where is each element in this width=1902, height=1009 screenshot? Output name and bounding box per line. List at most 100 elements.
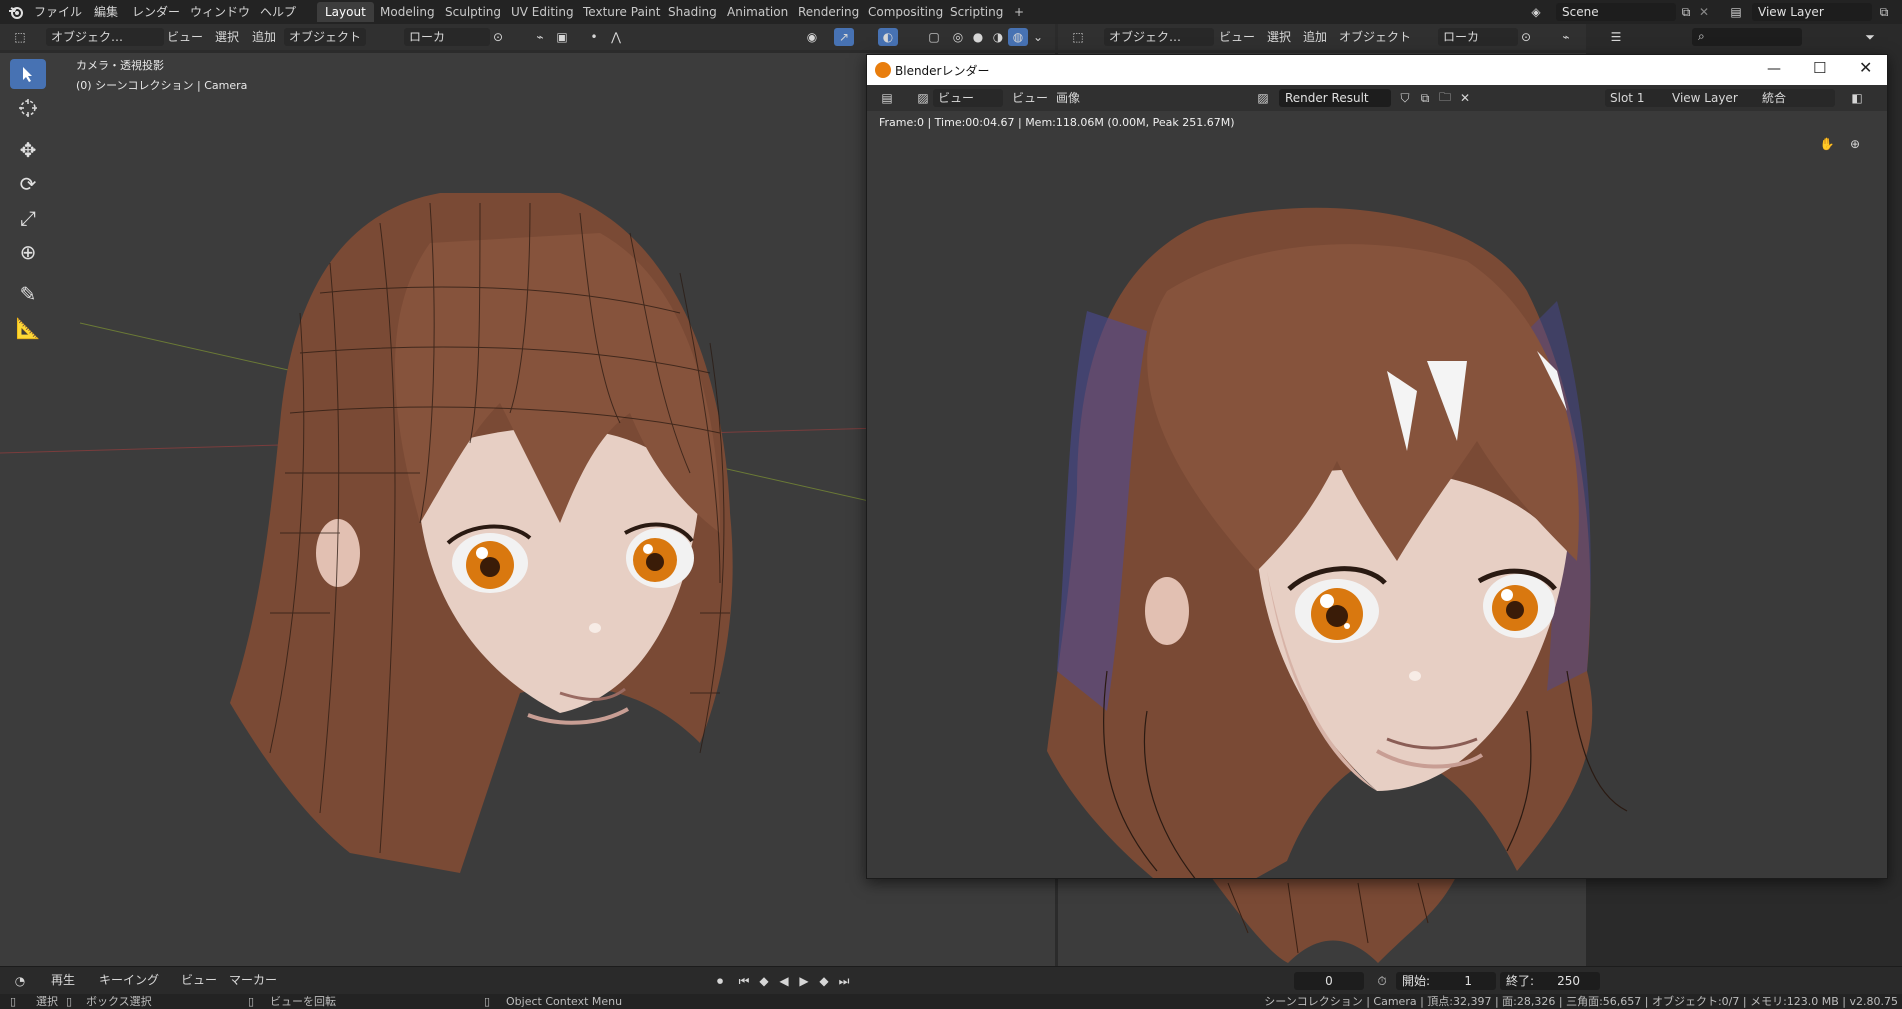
scene-name-field[interactable]: Scene [1556, 3, 1676, 21]
select-tool-icon[interactable] [10, 59, 46, 89]
record-icon[interactable]: ⏺ [710, 972, 730, 990]
tab-rendering[interactable]: Rendering [790, 2, 867, 22]
rendered-shading-icon[interactable]: ◍ [1008, 28, 1028, 46]
menu-object[interactable]: オブジェクト [284, 28, 367, 46]
menu-edit[interactable]: 編集 [88, 3, 124, 21]
menu-add[interactable]: 追加 [247, 28, 281, 46]
rotate-tool-icon[interactable]: ⟳ [10, 169, 46, 199]
minimize-icon[interactable]: — [1767, 61, 1781, 77]
overlay-icon[interactable]: ◐ [878, 28, 898, 46]
editor-type-icon[interactable]: ⬚ [1068, 28, 1088, 46]
menu-window[interactable]: ウィンドウ [184, 3, 256, 21]
jump-start-icon[interactable]: ⏮ [734, 972, 754, 990]
tab-animation[interactable]: Animation [719, 2, 796, 22]
solid-shading-icon[interactable]: ● [968, 28, 988, 46]
menu-image[interactable]: 画像 [1051, 89, 1085, 107]
slot-select[interactable]: Slot 1 [1605, 89, 1673, 107]
menu-view[interactable]: ビュー [1214, 28, 1260, 46]
view-mode-select[interactable]: ビュー [933, 89, 1003, 107]
menu-keying[interactable]: キーイング [94, 971, 164, 989]
image-browse-icon[interactable]: ▨ [1253, 89, 1273, 107]
tab-layout[interactable]: Layout [317, 2, 374, 22]
material-shading-icon[interactable]: ◑ [988, 28, 1008, 46]
snap-icon[interactable]: ⌁ [530, 28, 550, 46]
tab-modeling[interactable]: Modeling [372, 2, 443, 22]
orientation-select[interactable]: ローカ [1438, 28, 1518, 46]
snap-icon[interactable]: ⌁ [1556, 28, 1576, 46]
gizmo-icon[interactable]: ↗ [834, 28, 854, 46]
annotate-tool-icon[interactable]: ✎ [10, 279, 46, 309]
view-layer-icon[interactable]: ▤ [1726, 3, 1746, 21]
unlink-image-icon[interactable]: ✕ [1455, 89, 1475, 107]
fake-user-icon[interactable]: ⛉ [1395, 89, 1415, 107]
blender-logo-icon[interactable] [6, 3, 26, 21]
render-pass-select[interactable]: 統合 [1757, 89, 1835, 107]
render-canvas[interactable]: Frame:0 | Time:00:04.67 | Mem:118.06M (0… [867, 111, 1887, 878]
prev-keyframe-icon[interactable]: ◆ [754, 972, 774, 990]
cursor-tool-icon[interactable] [10, 93, 46, 123]
menu-render[interactable]: レンダー [126, 3, 186, 21]
new-scene-icon[interactable]: ⧉ [1676, 3, 1696, 21]
new-view-layer-icon[interactable]: ⧉ [1874, 3, 1894, 21]
mode-select[interactable]: オブジェク… [1104, 28, 1214, 46]
menu-playback[interactable]: 再生 [46, 971, 80, 989]
new-image-icon[interactable]: ⧉ [1415, 89, 1435, 107]
render-window[interactable]: Blenderレンダー — ☐ ✕ ▤ ▨ ビュー ビュー 画像 ▨ Rende… [866, 54, 1888, 879]
tab-compositing[interactable]: Compositing [860, 2, 951, 22]
tab-shading[interactable]: Shading [660, 2, 725, 22]
view-layer-select[interactable]: View Layer [1667, 89, 1763, 107]
falloff-icon[interactable]: ⋀ [606, 28, 626, 46]
next-keyframe-icon[interactable]: ◆ [814, 972, 834, 990]
mode-select[interactable]: オブジェク… [46, 28, 164, 46]
stopwatch-icon[interactable]: ⏱ [1372, 972, 1392, 990]
jump-end-icon[interactable]: ⏭ [834, 972, 854, 990]
end-frame-field[interactable]: 終了: 250 [1500, 972, 1600, 990]
tab-sculpting[interactable]: Sculpting [437, 2, 509, 22]
shading-options-icon[interactable]: ⌄ [1028, 28, 1048, 46]
outliner-search-input[interactable]: ⌕ [1692, 28, 1802, 46]
menu-select[interactable]: 選択 [1262, 28, 1296, 46]
measure-tool-icon[interactable]: 📐 [10, 313, 46, 343]
display-channels-icon[interactable]: ◧ [1847, 89, 1867, 107]
close-icon[interactable]: ✕ [1859, 58, 1872, 77]
menu-marker[interactable]: マーカー [224, 971, 282, 989]
tab-uv-editing[interactable]: UV Editing [503, 2, 582, 22]
add-workspace-button[interactable]: + [1006, 2, 1032, 22]
menu-object[interactable]: オブジェクト [1334, 28, 1416, 46]
filter-icon[interactable]: ⏷ [1860, 28, 1880, 46]
menu-view[interactable]: ビュー [176, 971, 222, 989]
menu-add[interactable]: 追加 [1298, 28, 1332, 46]
play-reverse-icon[interactable]: ◀ [774, 972, 794, 990]
tab-texture-paint[interactable]: Texture Paint [575, 2, 668, 22]
move-tool-icon[interactable]: ✥ [10, 135, 46, 165]
tab-scripting[interactable]: Scripting [942, 2, 1011, 22]
editor-type-icon[interactable]: ▤ [877, 89, 897, 107]
outliner-display-icon[interactable]: ☰ [1606, 28, 1626, 46]
menu-file[interactable]: ファイル [28, 3, 88, 21]
scale-tool-icon[interactable]: ⤢ [10, 203, 46, 233]
play-icon[interactable]: ▶ [794, 972, 814, 990]
xray-icon[interactable]: ▢ [924, 28, 944, 46]
visibility-icon[interactable]: ◉ [802, 28, 822, 46]
pivot-icon[interactable]: ⊙ [1516, 28, 1536, 46]
maximize-icon[interactable]: ☐ [1813, 59, 1826, 77]
open-image-icon[interactable]: 🗀 [1435, 89, 1455, 107]
menu-view[interactable]: ビュー [1007, 89, 1053, 107]
delete-scene-icon[interactable]: ✕ [1694, 3, 1714, 21]
render-window-titlebar[interactable]: Blenderレンダー — ☐ ✕ [867, 55, 1887, 85]
image-name-field[interactable]: Render Result [1279, 89, 1391, 107]
snap-target-icon[interactable]: ▣ [552, 28, 572, 46]
orientation-select[interactable]: ローカ [404, 28, 490, 46]
proportional-edit-icon[interactable]: • [584, 28, 604, 46]
current-frame-field[interactable]: 0 [1294, 972, 1364, 990]
clock-icon[interactable]: ◔ [10, 972, 30, 990]
menu-help[interactable]: ヘルプ [254, 3, 302, 21]
view-layer-field[interactable]: View Layer [1752, 3, 1872, 21]
transform-tool-icon[interactable]: ⊕ [10, 237, 46, 267]
scene-icon[interactable]: ◈ [1526, 3, 1546, 21]
pivot-icon[interactable]: ⊙ [488, 28, 508, 46]
image-view-icon[interactable]: ▨ [913, 89, 933, 107]
menu-view[interactable]: ビュー [162, 28, 208, 46]
wireframe-shading-icon[interactable]: ◎ [948, 28, 968, 46]
menu-select[interactable]: 選択 [210, 28, 244, 46]
